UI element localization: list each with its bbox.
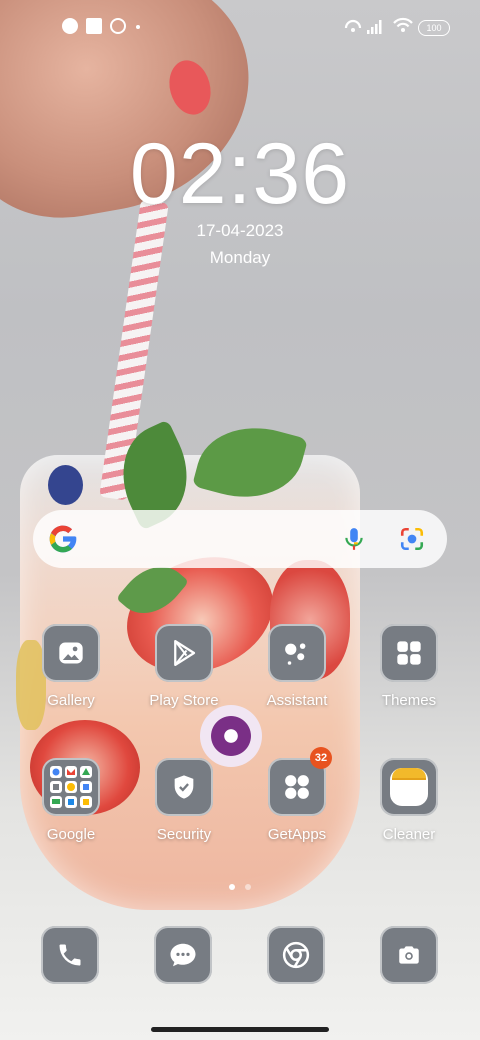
wallpaper-blue-flower (48, 465, 83, 505)
wallpaper-nail (163, 55, 217, 120)
clock-date: 17-04-2023 (196, 221, 284, 240)
getapps-icon: 32 (268, 747, 332, 816)
page-indicator[interactable] (0, 877, 480, 895)
google-folder-icon (42, 758, 100, 816)
app-getapps[interactable]: 32 GetApps (247, 747, 347, 843)
security-shield-icon (155, 758, 213, 816)
app-play-store[interactable]: Play Store (134, 624, 234, 709)
play-store-icon (155, 624, 213, 682)
wifi-icon (393, 17, 413, 32)
messages-icon (170, 943, 196, 967)
app-label: Security (156, 826, 212, 843)
square-notification-icon (86, 18, 102, 34)
wallpaper-mint-leaf (191, 413, 309, 512)
cleaner-icon (380, 758, 438, 816)
battery-icon: 100 (418, 20, 450, 36)
folder-google[interactable]: Google (21, 758, 121, 843)
location-icon (110, 18, 126, 34)
app-label: Themes (381, 692, 437, 709)
gesture-navigation-bar[interactable] (151, 1027, 329, 1032)
app-security[interactable]: Security (134, 758, 234, 843)
themes-icon (380, 624, 438, 682)
clock-time[interactable]: 02:36 (0, 125, 480, 224)
google-lens-icon[interactable] (399, 526, 425, 552)
chrome-icon (282, 941, 310, 969)
app-label: Gallery (47, 692, 95, 709)
app-themes[interactable]: Themes (359, 624, 459, 709)
dock-phone-button[interactable] (41, 926, 99, 984)
assistant-icon (268, 624, 326, 682)
app-gallery[interactable]: Gallery (21, 624, 121, 709)
page-dot[interactable] (229, 884, 235, 890)
app-label: Assistant (266, 692, 328, 709)
signal-icon (367, 20, 382, 34)
camera-icon (399, 946, 419, 964)
gallery-icon (42, 624, 100, 682)
app-label: Play Store (149, 692, 219, 709)
clock-day: Monday (209, 248, 271, 267)
mic-icon[interactable] (341, 526, 367, 552)
dock-camera-button[interactable] (380, 926, 438, 984)
status-bar[interactable]: 100 (0, 0, 480, 56)
app-cleaner[interactable]: Cleaner (359, 758, 459, 843)
home-screen: 100 02:36 17-04-2023 Monday Gallery Play… (0, 0, 480, 1040)
app-label: GetApps (267, 826, 327, 843)
notification-badge: 32 (310, 747, 332, 769)
phone-icon (59, 944, 81, 966)
google-logo (49, 525, 77, 553)
app-label: Cleaner (382, 826, 436, 843)
app-label: Google (46, 826, 96, 843)
app-assistant[interactable]: Assistant (247, 624, 347, 709)
dot-icon (136, 25, 140, 29)
page-dot[interactable] (245, 884, 251, 890)
hotspot-icon (344, 19, 362, 32)
wallpaper-straw (99, 199, 169, 501)
notification-app-icon (62, 18, 78, 34)
dock-messages-button[interactable] (154, 926, 212, 984)
dock-chrome-button[interactable] (267, 926, 325, 984)
google-search-bar[interactable] (33, 510, 447, 568)
